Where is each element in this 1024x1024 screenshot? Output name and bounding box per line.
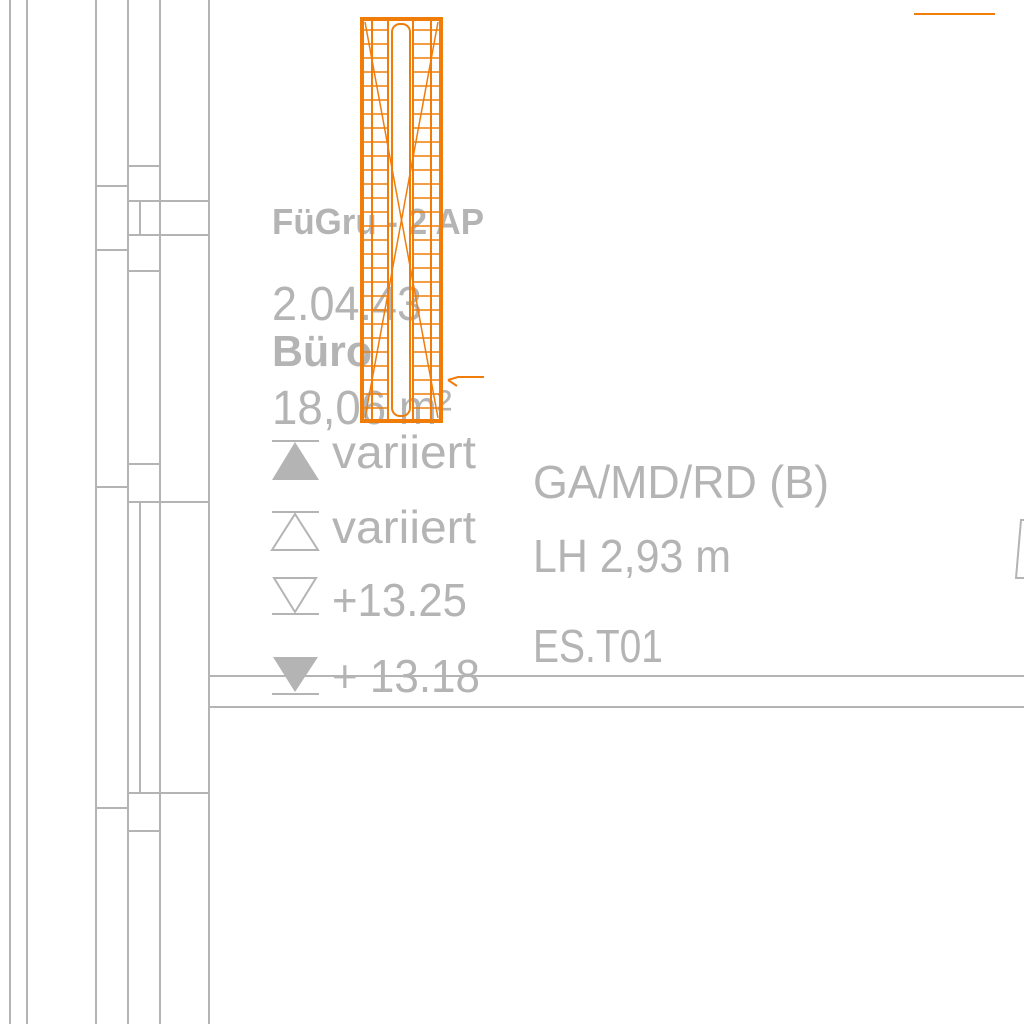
room-group-label: FüGru - 2 AP <box>272 201 484 242</box>
right-edge-fragment <box>1014 519 1024 579</box>
level-outline-up-icon <box>270 512 320 551</box>
wall-window-details <box>96 165 209 832</box>
level-value-3: +13.25 <box>332 574 467 626</box>
level-value-4: + 13.18 <box>332 650 480 702</box>
info-designation: ES.T01 <box>533 620 663 672</box>
left-wall-lines <box>9 0 210 1024</box>
room-number: 2.04.43 <box>272 278 422 331</box>
info-clear-height: LH 2,93 m <box>533 530 731 582</box>
level-value-1: variiert <box>332 426 476 478</box>
level-outline-down-icon <box>272 577 318 614</box>
floor-plan-drawing: FüGru - 2 AP 2.04.43 Büro 18,06 m² varii… <box>9 0 1024 1024</box>
level-filled-up-icon <box>272 442 319 480</box>
info-code: GA/MD/RD (B) <box>533 456 829 508</box>
leader-mark <box>447 376 484 387</box>
level-value-2: variiert <box>332 501 476 553</box>
level-filled-down-icon <box>273 657 318 692</box>
room-name: Büro <box>272 327 372 376</box>
